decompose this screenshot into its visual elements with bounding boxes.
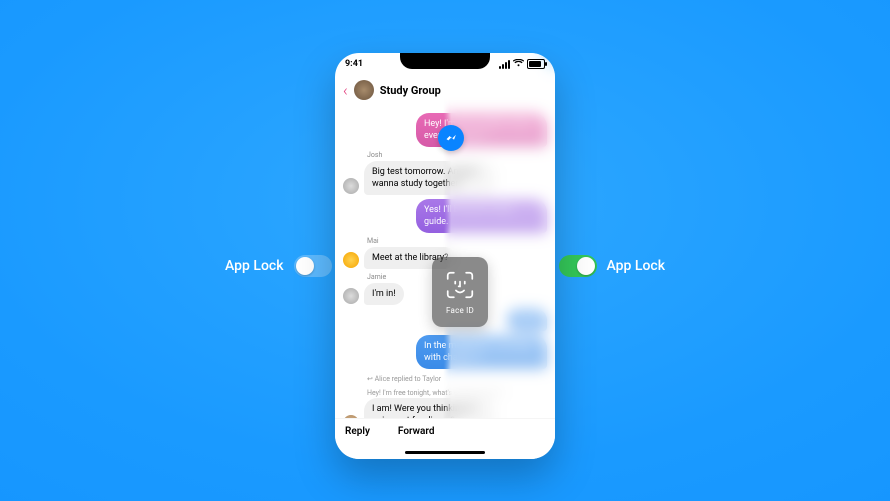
avatar-icon[interactable]: [343, 288, 359, 304]
back-icon[interactable]: ‹: [343, 81, 348, 100]
app-lock-off-group: App Lock: [225, 255, 332, 277]
status-time: 9:41: [345, 59, 363, 69]
home-indicator[interactable]: [405, 451, 485, 454]
app-lock-off-label: App Lock: [225, 258, 284, 274]
toggle-knob: [577, 257, 595, 275]
app-lock-toggle-on[interactable]: [559, 255, 597, 277]
group-avatar[interactable]: [354, 80, 374, 100]
phone-notch: [400, 53, 490, 69]
battery-icon: [527, 59, 545, 69]
avatar-icon[interactable]: [343, 252, 359, 268]
wifi-icon: [513, 59, 524, 69]
app-lock-on-label: App Lock: [607, 258, 666, 274]
face-id-prompt: Face ID: [432, 257, 488, 327]
toggle-knob: [296, 257, 314, 275]
chat-title: Study Group: [380, 84, 441, 97]
forward-action[interactable]: Forward: [398, 426, 435, 437]
face-id-icon: [445, 270, 475, 300]
signal-icon: [499, 60, 510, 69]
phone-mockup: 9:41 ‹ Study Group Hey! I'm free tonight…: [335, 53, 555, 459]
app-lock-toggle-off[interactable]: [294, 255, 332, 277]
chat-header: ‹ Study Group: [335, 75, 555, 105]
reply-action[interactable]: Reply: [345, 426, 370, 437]
app-lock-on-group: App Lock: [559, 255, 666, 277]
lock-blur-overlay: [443, 53, 555, 459]
face-id-label: Face ID: [446, 306, 474, 315]
avatar-icon[interactable]: [343, 178, 359, 194]
bottom-bar: Reply Forward: [335, 418, 555, 459]
messenger-logo-icon: [438, 125, 464, 151]
message-bubble[interactable]: I'm in!: [364, 283, 404, 305]
